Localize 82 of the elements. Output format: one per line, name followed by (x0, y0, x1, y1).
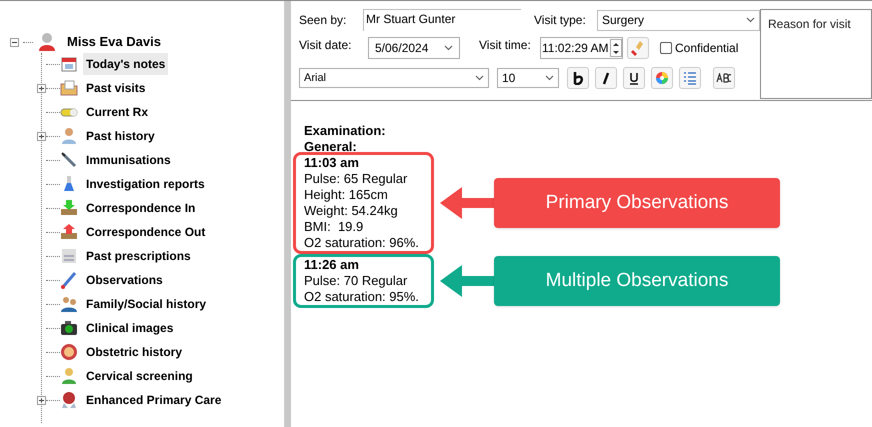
callout-label: Multiple Observations (494, 256, 780, 306)
checkbox[interactable] (660, 42, 672, 54)
note-heading: Examination: (304, 123, 386, 139)
tree-item-icon (60, 79, 78, 97)
color-wheel-icon (655, 71, 669, 85)
font-size-dropdown[interactable]: 10 (497, 68, 559, 88)
tree-item-icon (60, 367, 78, 385)
expand-toggle[interactable] (37, 396, 46, 404)
field-label: Visit time: (479, 37, 532, 54)
tree-item-icon (60, 223, 78, 241)
plus-icon (38, 396, 45, 404)
tree-item[interactable]: Current Rx (83, 101, 152, 123)
note-heading: General: (304, 139, 357, 155)
visit-type-dropdown[interactable]: Surgery (597, 10, 760, 30)
up-arrow-icon (613, 42, 619, 46)
reason-field[interactable]: Reason for visit (760, 9, 872, 99)
field-label: Visit date: (299, 37, 352, 54)
tree-item[interactable]: Immunisations (83, 149, 174, 171)
observation-line: Pulse: 65 Regular (304, 171, 408, 187)
patient-name[interactable]: Miss Eva Davis (67, 32, 161, 52)
stamp-button[interactable] (627, 37, 649, 59)
tree-item[interactable]: Correspondence Out (83, 221, 208, 243)
tree-item-icon (60, 55, 78, 73)
tree-item[interactable]: Past prescriptions (83, 245, 194, 267)
down-arrow-icon (613, 50, 619, 54)
seen-by-field[interactable]: Mr Stuart Gunter (363, 9, 521, 31)
observation-line: O2 saturation: 95%. (304, 289, 419, 305)
observation-time: 11:03 am (304, 155, 359, 171)
tree-item-icon (60, 391, 78, 409)
observation-time: 11:26 am (304, 257, 359, 273)
tree-item[interactable]: Correspondence In (83, 197, 198, 219)
tree-item-icon (60, 247, 78, 265)
tree-item[interactable]: Enhanced Primary Care (83, 389, 224, 411)
underline-icon (628, 71, 640, 85)
bold-button[interactable] (567, 67, 589, 89)
checkbox-label: Confidential (675, 40, 738, 57)
field-label: Seen by: (299, 12, 348, 29)
tree-item-icon (60, 271, 78, 289)
tree-item[interactable]: Investigation reports (83, 173, 208, 195)
stamp-icon (631, 40, 645, 56)
tree-item[interactable]: Observations (83, 269, 166, 291)
tree-item[interactable]: Family/Social history (83, 293, 210, 315)
tree-item-icon (60, 319, 78, 337)
bold-icon (572, 71, 584, 85)
field-label: Visit type: (534, 12, 587, 29)
italic-icon (601, 71, 611, 85)
callout-arrow (440, 185, 496, 221)
spinner-control[interactable] (610, 39, 622, 57)
observation-line: Height: 165cm (304, 187, 388, 203)
tree-item-icon (60, 127, 78, 145)
plus-icon (38, 132, 45, 140)
tree-item[interactable]: Today's notes (83, 53, 168, 75)
observation-line: BMI: 19.9 (304, 219, 364, 235)
tree-item[interactable]: Past history (83, 125, 158, 147)
list-button[interactable] (679, 67, 701, 89)
font-dropdown[interactable]: Arial (299, 68, 489, 88)
tree-item[interactable]: Clinical images (83, 317, 176, 339)
expand-toggle[interactable] (37, 84, 46, 92)
observation-line: O2 saturation: 96%. (304, 235, 419, 251)
plus-icon (38, 84, 45, 92)
spellcheck-button[interactable] (713, 67, 735, 89)
observation-line: Weight: 54.24kg (304, 203, 398, 219)
collapse-toggle[interactable] (10, 38, 19, 46)
tree-item-icon (60, 295, 78, 313)
callout-label: Primary Observations (494, 178, 780, 228)
visit-time-field[interactable]: 11:02:29 AM (540, 37, 623, 59)
observation-line: Pulse: 70 Regular (304, 273, 408, 289)
tree-item-icon (60, 199, 78, 217)
tree-item-icon (60, 151, 78, 169)
tree-item-icon (60, 343, 78, 361)
tree-item[interactable]: Obstetric history (83, 341, 186, 363)
patient-icon (37, 32, 57, 52)
expand-toggle[interactable] (37, 132, 46, 140)
visit-date-picker[interactable]: 5/06/2024 (368, 37, 460, 59)
tree-item[interactable]: Cervical screening (83, 365, 196, 387)
color-button[interactable] (651, 67, 673, 89)
tree-item[interactable]: Past visits (83, 77, 148, 99)
italic-button[interactable] (595, 67, 617, 89)
underline-button[interactable] (623, 67, 645, 89)
spellcheck-icon (716, 73, 732, 83)
list-icon (683, 71, 697, 85)
callout-arrow (440, 263, 496, 299)
